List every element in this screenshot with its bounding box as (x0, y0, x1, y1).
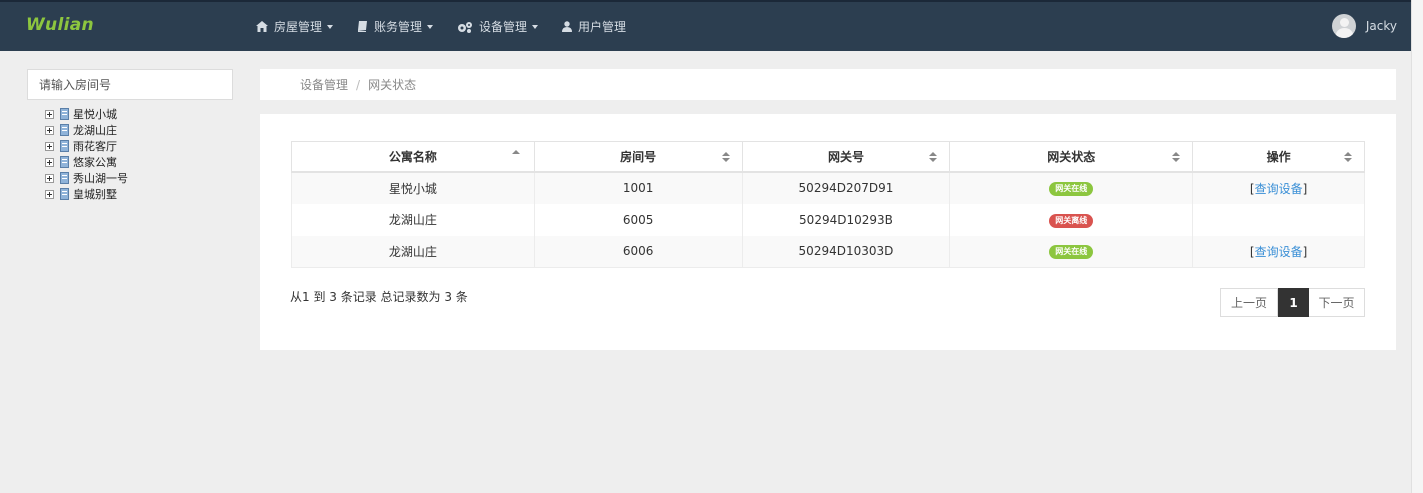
table-row: 龙湖山庄 6006 50294D10303D 网关在线 [查询设备] (291, 235, 1365, 268)
nav-label: 设备管理 (479, 20, 528, 34)
cell-status: 网关在线 (949, 235, 1194, 268)
pagination: 上一页 1 下一页 (1220, 288, 1365, 317)
expand-icon[interactable] (45, 141, 54, 151)
cell-apartment: 星悦小城 (291, 171, 535, 204)
cell-apartment: 龙湖山庄 (291, 203, 535, 236)
table-row: 龙湖山庄 6005 50294D10293B 网关离线 (291, 203, 1365, 236)
breadcrumb-parent[interactable]: 设备管理 (300, 76, 348, 93)
nav-house-management[interactable]: 房屋管理 (256, 18, 334, 35)
sort-icon (721, 152, 730, 163)
tree-node-label: 秀山湖一号 (73, 172, 128, 185)
next-page-button[interactable]: 下一页 (1309, 288, 1365, 317)
caret-down-icon (427, 24, 434, 29)
cell-room: 6005 (533, 203, 743, 236)
column-header-apartment[interactable]: 公寓名称 (291, 141, 535, 173)
cell-gateway: 50294D207D91 (741, 171, 951, 204)
tree-node[interactable]: 雨花客厅 (45, 138, 128, 154)
apartment-tree: 星悦小城 龙湖山庄 雨花客厅 悠家公寓 秀山湖一号 皇城别墅 (45, 106, 128, 202)
nav-label: 账务管理 (374, 20, 423, 34)
caret-down-icon (327, 24, 334, 29)
user-menu[interactable]: Jacky (1331, 14, 1397, 38)
building-icon (60, 188, 69, 200)
expand-icon[interactable] (45, 109, 54, 119)
building-icon (60, 108, 69, 120)
tree-node-label: 星悦小城 (73, 108, 117, 121)
page-1-button[interactable]: 1 (1278, 288, 1309, 317)
breadcrumb-separator: / (356, 77, 361, 92)
nav-account-management[interactable]: 账务管理 (357, 18, 434, 35)
user-icon (562, 21, 573, 32)
cell-apartment: 龙湖山庄 (291, 235, 535, 268)
gateway-table: 公寓名称 房间号 网关号 网关状态 操作 星悦小城 1001 50294D207… (291, 141, 1365, 268)
tree-node[interactable]: 悠家公寓 (45, 154, 128, 170)
room-search-input[interactable] (27, 69, 233, 100)
expand-icon[interactable] (45, 157, 54, 167)
cell-status: 网关在线 (949, 171, 1194, 204)
cell-room: 1001 (533, 171, 743, 204)
building-icon (60, 124, 69, 136)
avatar (1331, 14, 1356, 38)
tree-node[interactable]: 龙湖山庄 (45, 122, 128, 138)
prev-page-button[interactable]: 上一页 (1220, 288, 1278, 317)
cell-status: 网关离线 (949, 203, 1194, 236)
home-icon (256, 21, 268, 32)
building-icon (60, 140, 69, 152)
gateway-status-panel: 公寓名称 房间号 网关号 网关状态 操作 星悦小城 1001 50294D207… (260, 114, 1396, 350)
scrollbar[interactable] (1411, 0, 1423, 493)
query-devices-link[interactable]: 查询设备 (1255, 182, 1303, 196)
cell-room: 6006 (533, 235, 743, 268)
cell-action: [查询设备] (1192, 171, 1365, 204)
column-header-status[interactable]: 网关状态 (949, 141, 1194, 173)
record-summary: 从1 到 3 条记录 总记录数为 3 条 (290, 290, 468, 304)
book-icon (358, 21, 368, 32)
tree-node[interactable]: 星悦小城 (45, 106, 128, 122)
building-icon (60, 156, 69, 168)
tree-node-label: 雨花客厅 (73, 140, 117, 153)
tree-node-label: 龙湖山庄 (73, 124, 117, 137)
sort-asc-icon (511, 150, 520, 161)
nav-user-management[interactable]: 用户管理 (562, 18, 626, 35)
status-badge: 网关在线 (1049, 182, 1094, 196)
column-header-room[interactable]: 房间号 (533, 141, 743, 173)
cell-action (1192, 203, 1365, 236)
gears-icon (458, 21, 473, 33)
user-name: Jacky (1365, 19, 1397, 33)
expand-icon[interactable] (45, 173, 54, 183)
sort-icon (1172, 152, 1181, 163)
status-badge: 网关在线 (1049, 245, 1094, 260)
tree-node-label: 皇城别墅 (73, 188, 117, 201)
column-header-action[interactable]: 操作 (1192, 141, 1365, 173)
caret-down-icon (532, 24, 539, 29)
main-nav: 房屋管理 账务管理 设备管理 用户管理 (256, 2, 650, 51)
tree-node[interactable]: 秀山湖一号 (45, 170, 128, 186)
table-row: 星悦小城 1001 50294D207D91 网关在线 [查询设备] (291, 171, 1365, 204)
cell-action: [查询设备] (1192, 235, 1365, 268)
expand-icon[interactable] (45, 189, 54, 199)
building-icon (60, 172, 69, 184)
cell-gateway: 50294D10303D (741, 235, 951, 268)
wulian-logo[interactable]: Wulian (26, 15, 94, 35)
breadcrumb-current: 网关状态 (368, 78, 417, 92)
column-header-gateway[interactable]: 网关号 (741, 141, 951, 173)
breadcrumb: 设备管理 / 网关状态 (260, 69, 1396, 100)
sort-icon (1344, 152, 1352, 163)
query-devices-link[interactable]: 查询设备 (1255, 245, 1303, 259)
status-badge: 网关离线 (1049, 213, 1094, 228)
top-navbar: Wulian 房屋管理 账务管理 设备管理 用户管理 Jacky (0, 0, 1411, 51)
expand-icon[interactable] (45, 125, 54, 135)
nav-label: 用户管理 (578, 20, 627, 34)
nav-label: 房屋管理 (274, 20, 323, 34)
sort-icon (929, 152, 938, 163)
tree-node[interactable]: 皇城别墅 (45, 186, 128, 202)
nav-device-management[interactable]: 设备管理 (457, 18, 539, 35)
cell-gateway: 50294D10293B (741, 203, 951, 236)
tree-node-label: 悠家公寓 (73, 156, 117, 169)
